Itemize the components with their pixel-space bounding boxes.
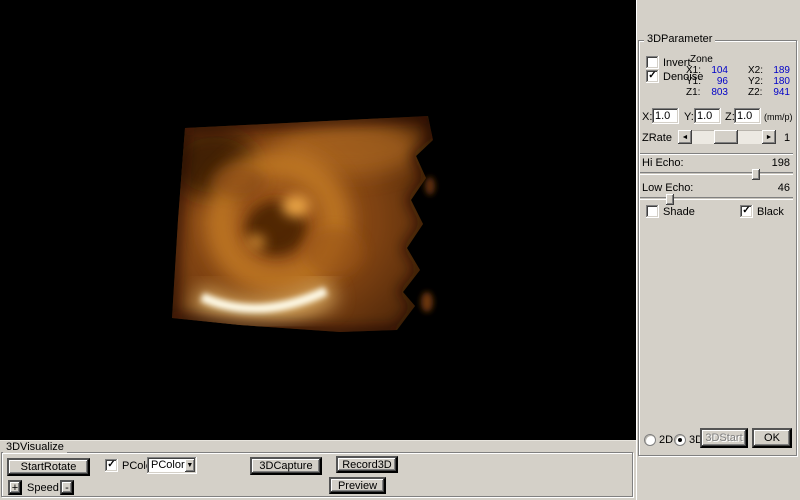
pcolor-dropdown-value: PColor [147,460,185,471]
ultrasound-viewport[interactable] [0,0,636,440]
pcolor-checkbox[interactable]: ✓ [105,459,118,472]
ultrasound-image [0,0,636,440]
start-rotate-button[interactable]: StartRotate [7,458,90,476]
speed-label: Speed [27,483,59,494]
dropdown-button[interactable]: ▼ [185,459,195,472]
record-3d-button[interactable]: Record3D [336,456,398,473]
speed-minus-button[interactable]: - [60,480,74,495]
chevron-down-icon: ▼ [186,462,193,469]
parameter-group-title: 3DParameter [644,34,715,45]
pcolor-dropdown[interactable]: PColor ▼ [147,457,197,474]
visualize-group-title: 3DVisualize [3,442,67,453]
capture-3d-button[interactable]: 3DCapture [250,457,322,475]
parameter-panel: 3DParameter Invert ✓ Denoise Zone X1: 10… [636,0,800,500]
preview-button[interactable]: Preview [329,477,386,494]
app-window: 3DParameter Invert ✓ Denoise Zone X1: 10… [0,0,800,500]
check-icon: ✓ [107,460,115,470]
speed-plus-button[interactable]: + [8,480,22,495]
parameter-groupbox [638,40,797,456]
visualize-panel: 3DVisualize StartRotate + Speed - ✓ PCol… [0,440,636,500]
